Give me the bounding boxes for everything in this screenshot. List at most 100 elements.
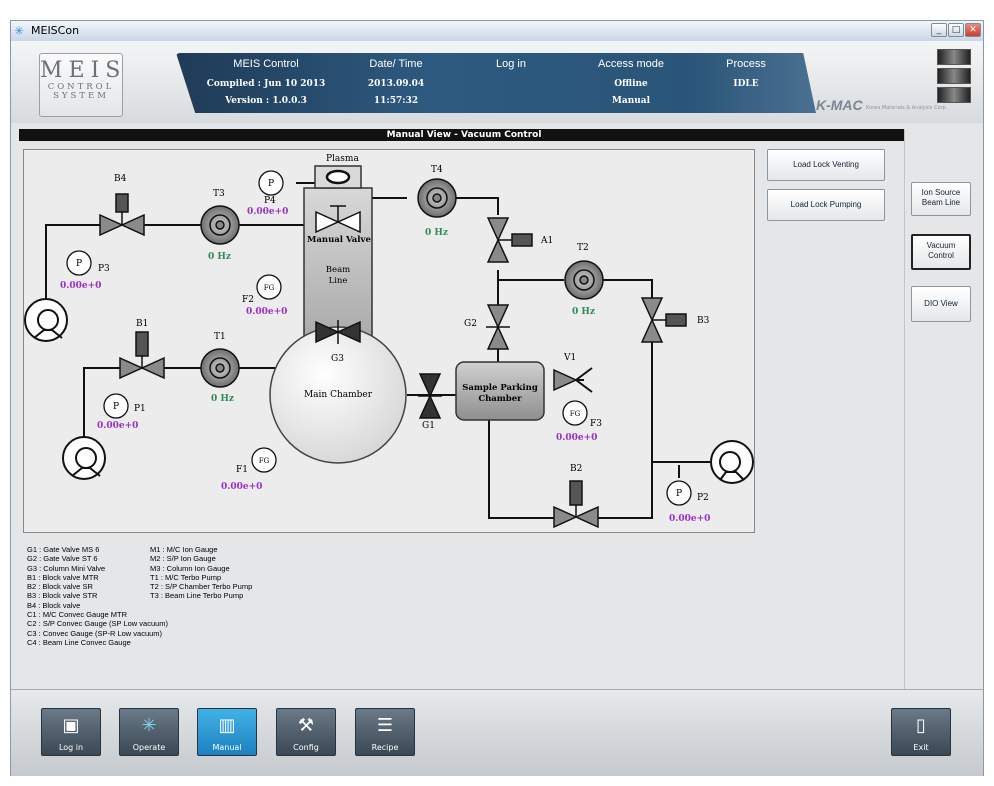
- operate-button[interactable]: ✳ Operate: [119, 708, 179, 756]
- manual-icon: ▥: [218, 715, 236, 736]
- t3-speed: 0 Hz: [208, 252, 231, 262]
- legend-item: T1 : M/C Terbo Pump: [150, 572, 222, 582]
- legend-item: B1 : Block valve MTR: [27, 572, 99, 582]
- b3-label: B3: [697, 316, 710, 326]
- legend-item: C1 : M/C Convec Gauge MTR: [27, 610, 128, 620]
- b2-label: B2: [570, 464, 582, 474]
- t3-label: T3: [213, 189, 225, 199]
- load-lock-venting-button[interactable]: Load Lock Venting: [767, 149, 885, 181]
- datetime-label: Date/ Time: [369, 58, 423, 70]
- g1-label: G1: [422, 421, 435, 431]
- header-bar: MEIS CONTROL SYSTEM MEIS Control Compile…: [11, 41, 983, 123]
- access-mode-label: Access mode: [597, 58, 665, 70]
- a1-label: A1: [540, 236, 553, 246]
- legend-item: G1 : Gate Valve MS 6: [27, 545, 100, 554]
- main-window: ✳ MEISCon _ □ ✕ MEIS CONTROL SYSTEM MEIS…: [10, 20, 984, 776]
- legend-item: G3 : Column Mini Valve: [27, 563, 106, 573]
- beam-line-button-label: Beam Line: [921, 198, 961, 207]
- legend-item: B4 : Block valve: [27, 600, 81, 610]
- view-title: Manual View - Vacuum Control: [19, 129, 909, 141]
- ion-source-label: Ion Source: [921, 188, 961, 197]
- legend-item: M1 : M/C Ion Gauge: [150, 545, 218, 554]
- f2-label: F2: [242, 295, 254, 305]
- config-button[interactable]: ⚒ Config: [276, 708, 336, 756]
- p1-value: 0.00e+0: [97, 421, 138, 431]
- g3-label: G3: [331, 354, 344, 364]
- recipe-button-label: Recipe: [371, 743, 399, 752]
- kmac-subtitle: Korea Materials & Analysis Corp.: [866, 105, 948, 111]
- process-label: Process: [726, 58, 766, 70]
- window-title: MEISCon: [31, 24, 80, 37]
- exit-door-icon: ▯: [916, 715, 926, 736]
- exit-button-label: Exit: [913, 743, 929, 752]
- minimize-button[interactable]: _: [931, 23, 947, 37]
- meis-logo: MEIS CONTROL SYSTEM: [39, 53, 123, 117]
- f3-value: 0.00e+0: [556, 433, 597, 443]
- p3-label: P3: [98, 264, 110, 274]
- ion-source-beam-line-button[interactable]: Ion Source Beam Line: [911, 182, 971, 216]
- operation-mode-value: Manual: [611, 96, 651, 106]
- t1-speed: 0 Hz: [211, 394, 234, 404]
- beam-line-label-1: Beam: [326, 265, 350, 275]
- t2-label: T2: [577, 243, 589, 253]
- version-value: Version : 1.0.0.3: [225, 96, 307, 106]
- p3-gauge-symbol: P: [76, 259, 82, 269]
- legend-item: T3 : Beam Line Terbo Pump: [150, 591, 244, 601]
- p1-label: P1: [134, 404, 146, 414]
- t4-speed: 0 Hz: [425, 228, 448, 238]
- p4-value: 0.00e+0: [247, 207, 288, 217]
- compiled-value: Compiled : Jun 10 2013: [206, 79, 326, 89]
- p2-label: P2: [697, 493, 709, 503]
- g2-label: G2: [464, 319, 477, 329]
- control-label: Control: [928, 251, 954, 260]
- maximize-button[interactable]: □: [948, 23, 964, 37]
- f2-gauge-symbol: FG: [264, 284, 275, 292]
- legend-item: M3 : Column Ion Gauge: [150, 563, 230, 573]
- recipe-button[interactable]: ☰ Recipe: [355, 708, 415, 756]
- login-label[interactable]: Log in: [476, 58, 546, 70]
- p2-value: 0.00e+0: [669, 514, 710, 524]
- p3-value: 0.00e+0: [60, 281, 101, 291]
- load-lock-pumping-button[interactable]: Load Lock Pumping: [767, 189, 885, 221]
- kmac-logo: K-MAC: [816, 97, 863, 113]
- dio-view-button[interactable]: DIO View: [911, 286, 971, 322]
- legend-item: C3 : Convec Gauge (SP-R Low vacuum): [27, 628, 163, 638]
- legend-item: M2 : S/P Ion Gauge: [150, 554, 216, 564]
- manual-button[interactable]: ▥ Manual: [197, 708, 257, 756]
- legend-column-1: G1 : Gate Valve MS 6 G2 : Gate Valve ST …: [27, 545, 168, 647]
- bottom-toolbar: ▣ Log in ✳ Operate ▥ Manual ⚒ Config ☰ Recipe…: [11, 689, 983, 776]
- date-value: 2013.09.04: [367, 79, 425, 89]
- wrench-icon: ⚒: [297, 715, 315, 736]
- spc-label-2: Chamber: [478, 394, 522, 404]
- b1-label: B1: [136, 319, 148, 329]
- f3-gauge-symbol: FG: [570, 410, 581, 418]
- f3-label: F3: [590, 419, 602, 429]
- legend-item: B3 : Block valve STR: [27, 591, 98, 601]
- p1-gauge-symbol: P: [113, 402, 119, 412]
- legend-item: C2 : S/P Convec Gauge (SP Low vacuum): [27, 619, 169, 629]
- config-button-label: Config: [293, 743, 319, 752]
- operate-icon: ✳: [141, 715, 157, 736]
- main-chamber-label: Main Chamber: [304, 390, 373, 400]
- close-button[interactable]: ✕: [965, 23, 981, 37]
- title-bar: ✳ MEISCon _ □ ✕: [11, 21, 983, 42]
- legend-item: T2 : S/P Chamber Terbo Pump: [150, 582, 253, 592]
- access-mode-value: Offline: [614, 79, 648, 89]
- vacuum-control-button[interactable]: Vacuum Control: [911, 234, 971, 270]
- p2-gauge-symbol: P: [676, 489, 682, 499]
- legend-item: B2 : Block valve SR: [27, 582, 93, 592]
- time-value: 11:57:32: [373, 96, 419, 106]
- login-button[interactable]: ▣ Log in: [41, 708, 101, 756]
- exit-button[interactable]: ▯ Exit: [891, 708, 951, 756]
- beam-line-label-2: Line: [329, 276, 348, 286]
- recipe-icon: ☰: [376, 715, 394, 736]
- operate-button-label: Operate: [132, 743, 166, 752]
- f1-value: 0.00e+0: [221, 482, 262, 492]
- meis-control-label: MEIS Control: [233, 58, 299, 70]
- vacuum-diagram: P P FG P FG FG P Plasma Manual Valve Bea…: [23, 149, 755, 533]
- vacuum-label: Vacuum: [926, 241, 956, 250]
- login-button-label: Log in: [58, 743, 84, 752]
- login-icon: ▣: [62, 715, 80, 736]
- manual-button-label: Manual: [212, 743, 242, 752]
- app-icon: ✳: [14, 24, 25, 38]
